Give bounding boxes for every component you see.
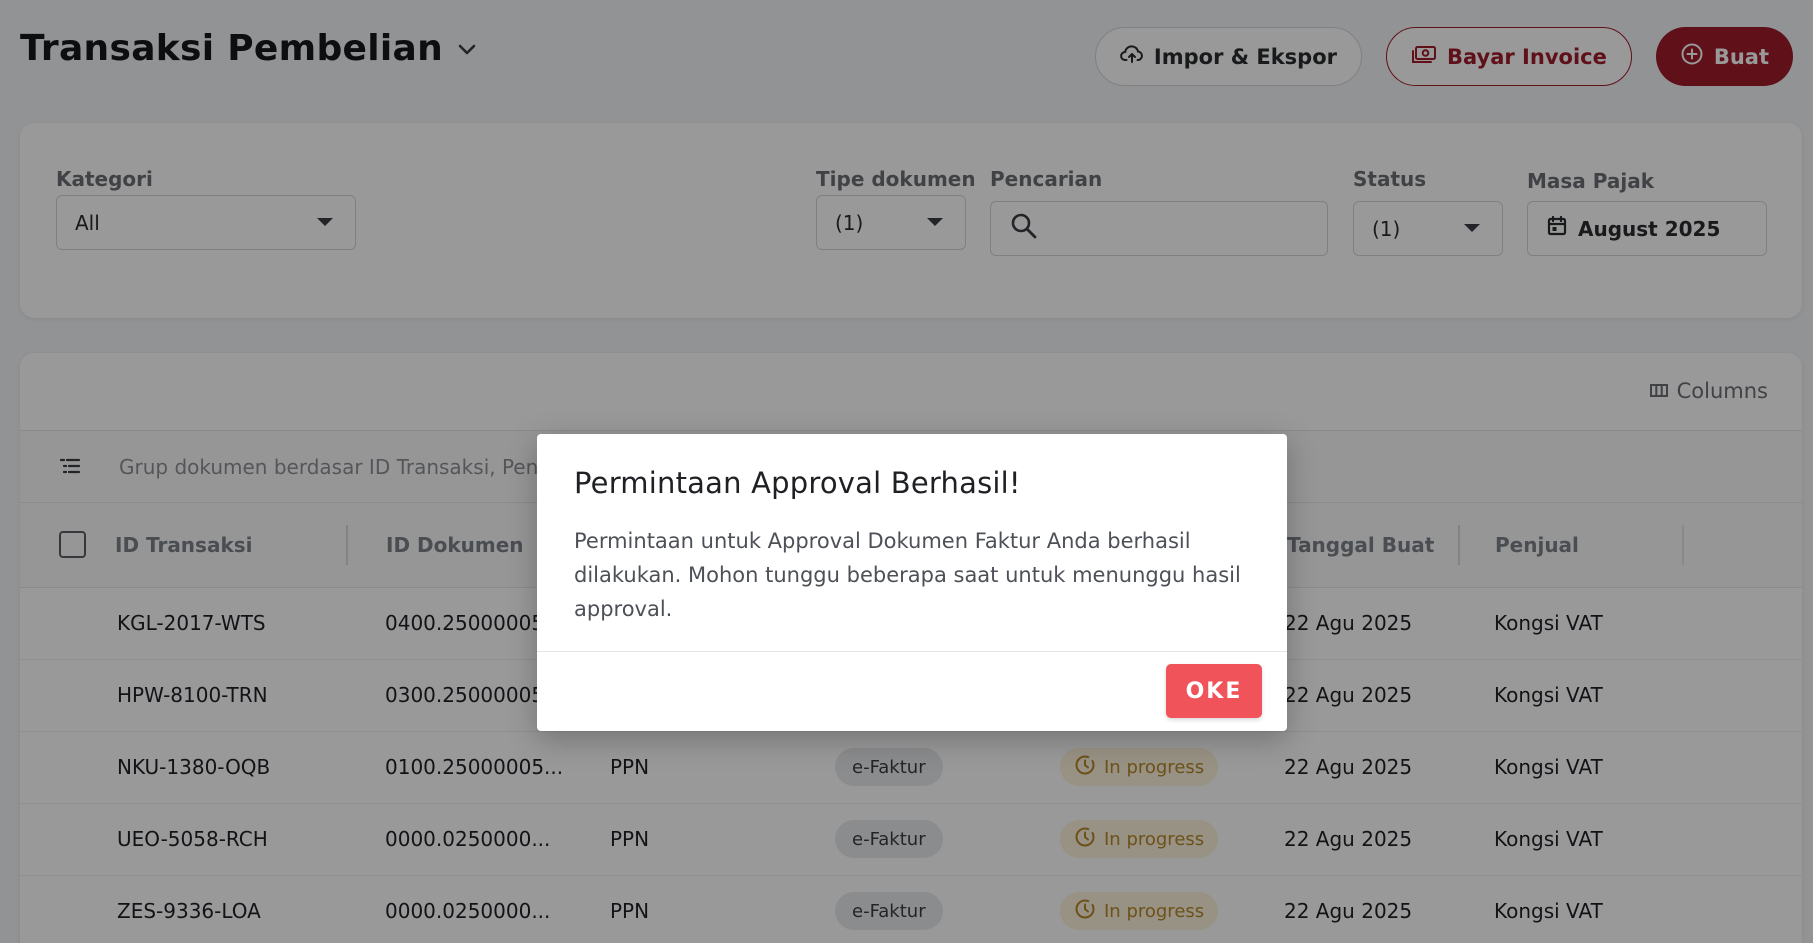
purchase-transactions-page: Transaksi Pembelian Impor & Ekspor Bayar… [0,0,1813,943]
approval-success-dialog: Permintaan Approval Berhasil! Permintaan… [537,434,1287,731]
dialog-divider [537,651,1287,652]
dialog-title: Permintaan Approval Berhasil! [574,466,1021,500]
dialog-message: Permintaan untuk Approval Dokumen Faktur… [574,529,1241,621]
ok-button[interactable]: OKE [1166,664,1262,718]
